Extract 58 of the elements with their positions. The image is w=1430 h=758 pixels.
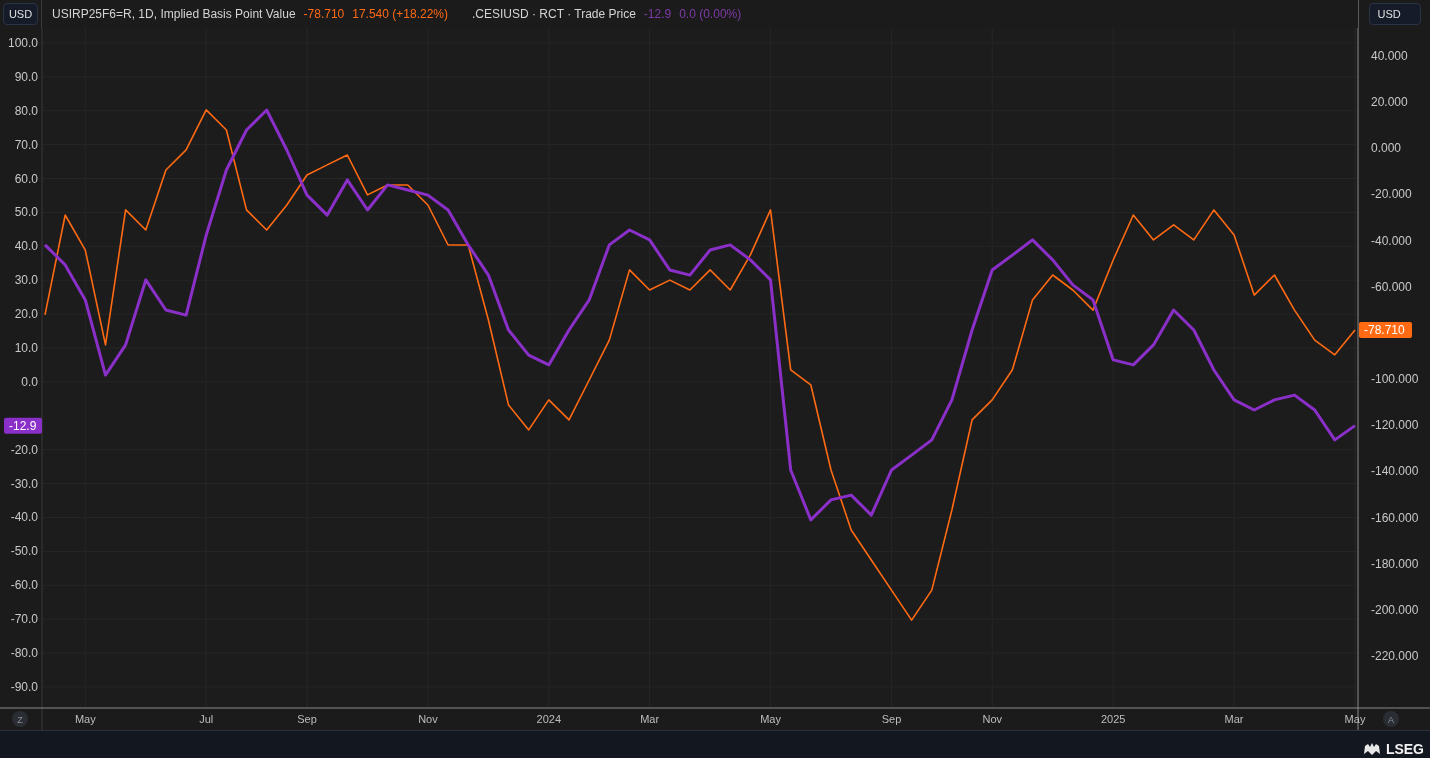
axis-label: May: [1344, 713, 1366, 725]
axis-label: 70.0: [14, 137, 38, 152]
axis-label: 2025: [1100, 713, 1126, 725]
axis-label: -200.000: [1371, 602, 1419, 617]
axis-label: Mar: [640, 713, 660, 725]
axis-button[interactable]: A: [1383, 711, 1399, 727]
crest-icon: [1361, 742, 1382, 756]
axis-label: 90.0: [14, 69, 38, 84]
series-change: 0.0 (0.00%): [679, 6, 742, 23]
axis-label: -90.0: [10, 680, 38, 694]
axis-label: 100.0: [7, 35, 38, 50]
axis-button[interactable]: Z: [12, 711, 28, 727]
currency-button[interactable]: USD: [2, 3, 39, 25]
axis-label: -60.000: [1371, 279, 1412, 294]
axis-label: 40.000: [1371, 48, 1408, 63]
axis-label: 0.000: [1371, 141, 1402, 156]
axis-label: Jul: [199, 713, 214, 725]
axis-label: 40.0: [14, 239, 38, 254]
axis-label: Sep: [881, 713, 902, 725]
axis-label: Nov: [982, 713, 1002, 725]
series-name: USIRP25F6=R, 1D, Implied Basis Point Value: [52, 6, 296, 23]
axis-label: -220.000: [1371, 649, 1419, 664]
axis-label: -180.000: [1371, 556, 1419, 571]
axis-label: -50.0: [10, 544, 38, 559]
axis-label: -20.000: [1371, 187, 1412, 202]
axis-label: 50.0: [14, 205, 38, 220]
axis-label: -140.000: [1371, 464, 1419, 479]
axis-label: 30.0: [14, 273, 38, 288]
series-name: .CESIUSD · RCT · Trade Price: [472, 6, 636, 23]
series-value: -12.9: [643, 6, 672, 23]
price-label: -12.9: [4, 417, 42, 434]
logo-text: LSEG: [1385, 742, 1424, 756]
axis-label: -70.0: [10, 612, 38, 627]
axis-label: -80.0: [10, 646, 38, 661]
axis-label: 60.0: [14, 171, 38, 186]
axis-label: -160.000: [1371, 510, 1419, 525]
axis-label: -20.0: [10, 442, 38, 457]
axis-label: Nov: [418, 713, 438, 725]
axis-label: -100.000: [1371, 372, 1419, 387]
price-label: -78.710: [1359, 321, 1412, 338]
axis-label: May: [74, 713, 96, 725]
axis-label: 80.0: [14, 103, 38, 118]
axis-label: -40.000: [1371, 233, 1412, 248]
axis-label: 20.0: [14, 307, 38, 322]
axis-label: May: [760, 713, 781, 725]
axis-label: Sep: [297, 713, 317, 725]
series-change: 17.540 (+18.22%): [352, 6, 448, 23]
axis-label: 10.0: [14, 341, 38, 355]
axis-label: -30.0: [10, 476, 38, 491]
currency-button[interactable]: USD: [1368, 3, 1421, 25]
series-value: -78.710: [303, 6, 345, 23]
axis-label: 2024: [536, 713, 562, 725]
axis-label: -60.0: [10, 578, 38, 593]
axis-label: 0.0: [21, 374, 38, 389]
axis-label: 20.000: [1371, 95, 1408, 110]
axis-label: -120.000: [1371, 418, 1419, 433]
axis-label: Mar: [1224, 713, 1244, 725]
axis-label: -40.0: [10, 510, 38, 525]
